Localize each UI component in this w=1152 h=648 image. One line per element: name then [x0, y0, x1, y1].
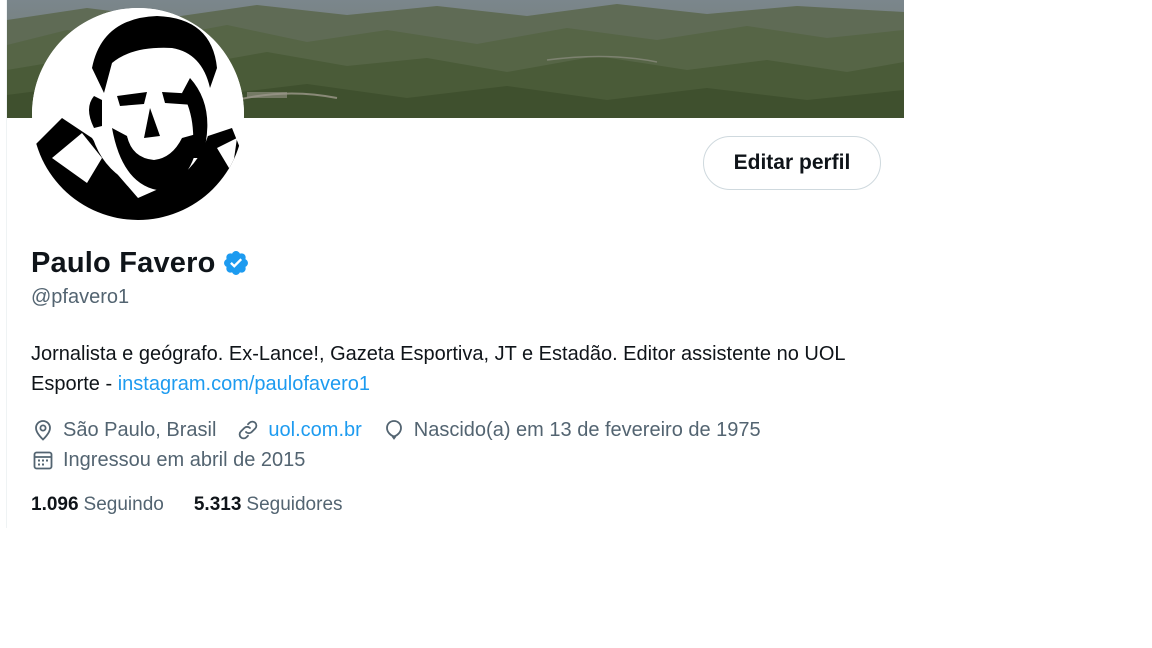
profile-meta: São Paulo, Brasil uol.com.br Nascido(a) … [31, 415, 891, 475]
profile-header: Editar perfil Paulo Favero @pfavero1 Jor… [6, 0, 904, 528]
profile-website[interactable]: uol.com.br [236, 418, 362, 442]
profile-joined: Ingressou em abril de 2015 [31, 448, 305, 472]
calendar-icon [33, 451, 53, 470]
profile-birthday: Nascido(a) em 13 de fevereiro de 1975 [382, 418, 761, 442]
following-count: 1.096 [31, 494, 79, 515]
followers-link[interactable]: 5.313 Seguidores [194, 494, 343, 516]
avatar-portrait-image [32, 8, 244, 220]
edit-profile-button[interactable]: Editar perfil [703, 136, 881, 190]
profile-bio: Jornalista e geógrafo. Ex-Lance!, Gazeta… [31, 339, 891, 399]
profile-name: Paulo Favero [31, 246, 216, 279]
following-label: Seguindo [83, 494, 164, 515]
link-icon [239, 420, 258, 440]
balloon-icon [385, 420, 402, 440]
website-link[interactable]: uol.com.br [268, 419, 361, 442]
profile-location: São Paulo, Brasil [31, 418, 216, 442]
joined-text: Ingressou em abril de 2015 [63, 448, 306, 471]
following-link[interactable]: 1.096 Seguindo [31, 494, 164, 516]
profile-stats: 1.096 Seguindo 5.313 Seguidores [31, 494, 373, 516]
verified-badge-icon[interactable] [222, 249, 250, 277]
profile-name-row: Paulo Favero [31, 244, 250, 282]
followers-label: Seguidores [246, 494, 343, 515]
profile-avatar[interactable] [32, 8, 244, 220]
profile-handle: @pfavero1 [31, 286, 130, 308]
birthday-text: Nascido(a) em 13 de fevereiro de 1975 [413, 418, 761, 441]
location-pin-icon [35, 420, 51, 441]
bio-instagram-link[interactable]: instagram.com/paulofavero1 [118, 373, 370, 395]
followers-count: 5.313 [193, 494, 242, 515]
location-text: São Paulo, Brasil [63, 418, 217, 441]
